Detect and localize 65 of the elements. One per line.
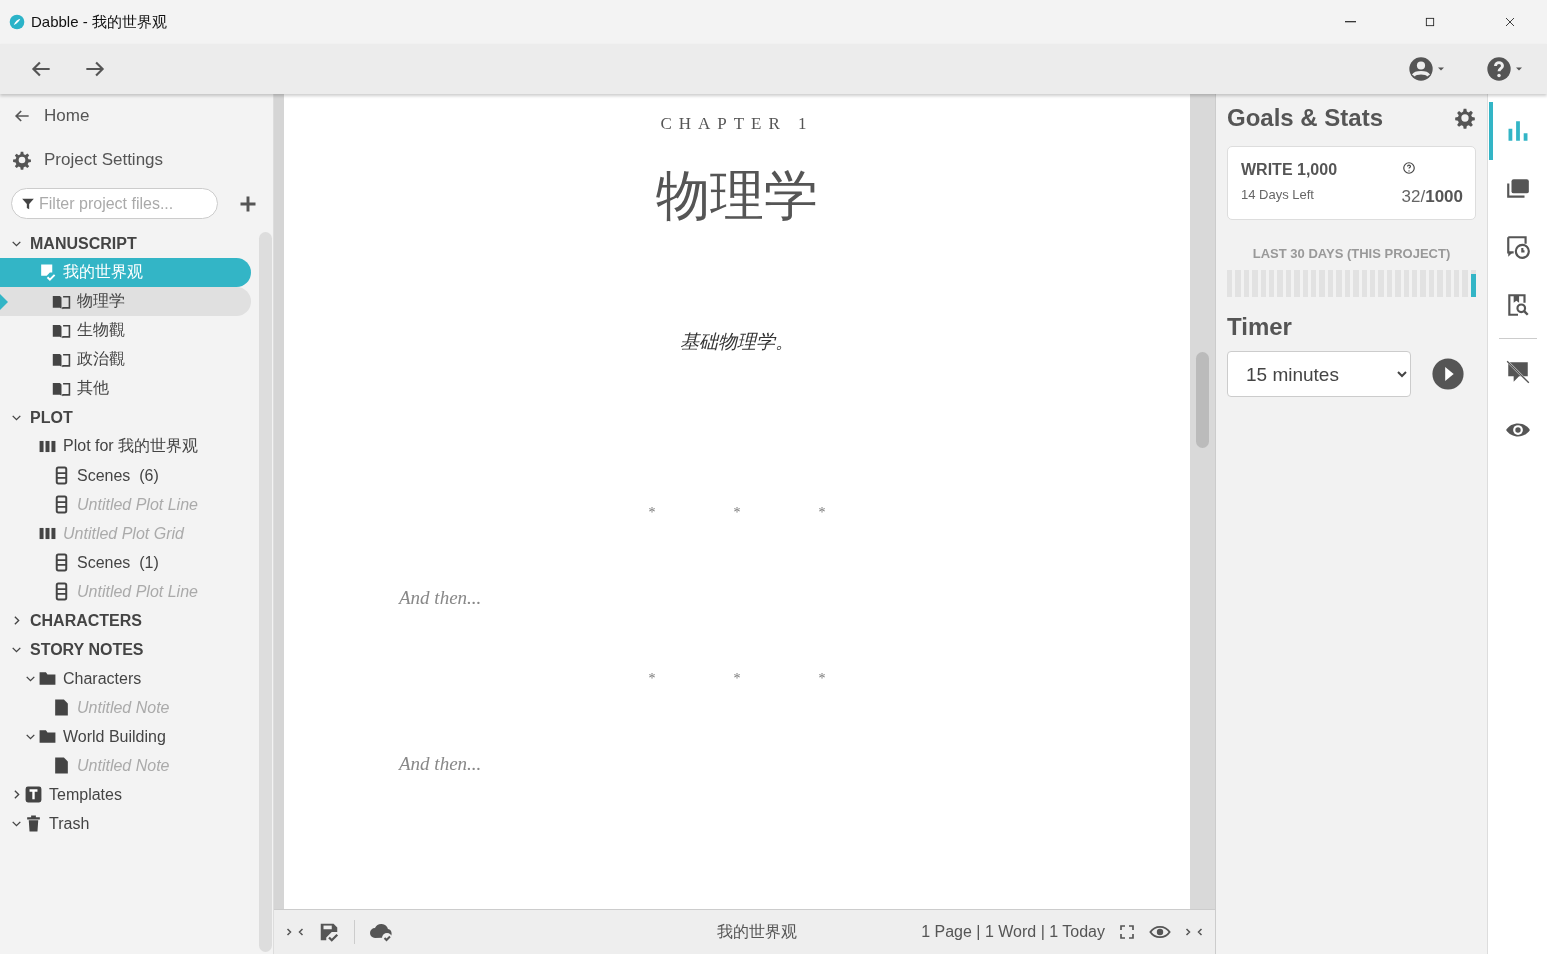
tree-item[interactable]: Trash [0, 809, 251, 838]
note-icon [52, 698, 71, 717]
chapter-title: 物理学 [656, 165, 818, 228]
folder-icon [38, 669, 57, 688]
tree-item[interactable]: Characters [0, 664, 251, 693]
tree-item[interactable]: STORY NOTES [0, 635, 251, 664]
word-count: 1 Page | 1 Word | 1 Today [921, 923, 1105, 941]
nav-link[interactable]: Home [0, 94, 257, 138]
tree-item[interactable]: PLOT [0, 403, 251, 432]
scene-separator-mark: * [818, 671, 826, 687]
tree-item[interactable]: 物理学 [0, 287, 251, 316]
comment-off-icon [1504, 359, 1531, 385]
template-icon [24, 785, 43, 804]
tree-item[interactable]: 生物觀 [0, 316, 251, 345]
day-bar [1470, 270, 1477, 297]
goal-heading: WRITE 1,000 [1241, 161, 1339, 179]
fullscreen-button[interactable] [1119, 924, 1135, 940]
play-button[interactable] [1431, 357, 1465, 391]
scene-separator-mark: * [648, 671, 656, 687]
history-label: LAST 30 DAYS (THIS PROJECT) [1251, 246, 1452, 261]
settings-button[interactable] [1454, 107, 1476, 129]
settings-icon [1454, 107, 1476, 129]
folder-icon [38, 727, 57, 746]
nav-link[interactable]: Project Settings [0, 138, 257, 182]
user-icon [1407, 55, 1435, 83]
scene-separator-mark: * [818, 505, 826, 521]
tree-item[interactable]: Plot for 我的世界观 [0, 432, 251, 461]
tree-item[interactable]: Scenes (1) [0, 548, 251, 577]
save-check-icon [318, 921, 340, 943]
timer-title: Timer [1227, 313, 1293, 341]
book-check-icon [38, 263, 57, 282]
window-title: Dabble - 我的世界观 [31, 12, 168, 32]
document-name: 我的世界观 [716, 921, 799, 942]
scrollbar-thumb[interactable] [1196, 352, 1209, 448]
chapter-label: CHAPTER 1 [660, 114, 814, 134]
tree-item[interactable]: Templates [0, 780, 251, 809]
minimize-icon [1344, 21, 1356, 23]
chat-clock-icon [1504, 234, 1531, 260]
help-icon[interactable] [1401, 161, 1416, 175]
tree-item[interactable]: CHARACTERS [0, 606, 251, 635]
placeholder-text: And then... [399, 587, 482, 609]
note-icon [52, 756, 71, 775]
tree-item[interactable]: MANUSCRIPT [0, 229, 251, 258]
play-icon [1431, 357, 1465, 391]
save-button[interactable] [318, 921, 340, 943]
trash-icon [24, 814, 43, 833]
app-logo-icon [9, 14, 25, 30]
filter-field[interactable]: Filter project files... [11, 188, 218, 219]
settings-icon [12, 150, 32, 170]
paragraph: 基础物理学。 [680, 330, 794, 354]
panel-title: Goals & Stats [1227, 104, 1384, 132]
help-icon [1485, 55, 1513, 83]
tree-item[interactable]: Scenes (6) [0, 461, 251, 490]
scene-separator-mark: * [733, 671, 741, 687]
scene-separator-mark: * [648, 505, 656, 521]
fullscreen-icon [1119, 924, 1135, 940]
words-written: 32/ [1401, 187, 1426, 206]
tree-item[interactable]: 其他 [0, 374, 251, 403]
word-target: 1000 [1425, 187, 1463, 206]
tree-item[interactable]: 政治觀 [0, 345, 251, 374]
tree-item[interactable]: World Building [0, 722, 251, 751]
placeholder-text: And then... [399, 753, 482, 775]
duration-select[interactable]: 15 minutes [1227, 351, 1411, 397]
days-left: 14 Days Left [1241, 187, 1315, 204]
scene-separator-mark: * [733, 505, 741, 521]
